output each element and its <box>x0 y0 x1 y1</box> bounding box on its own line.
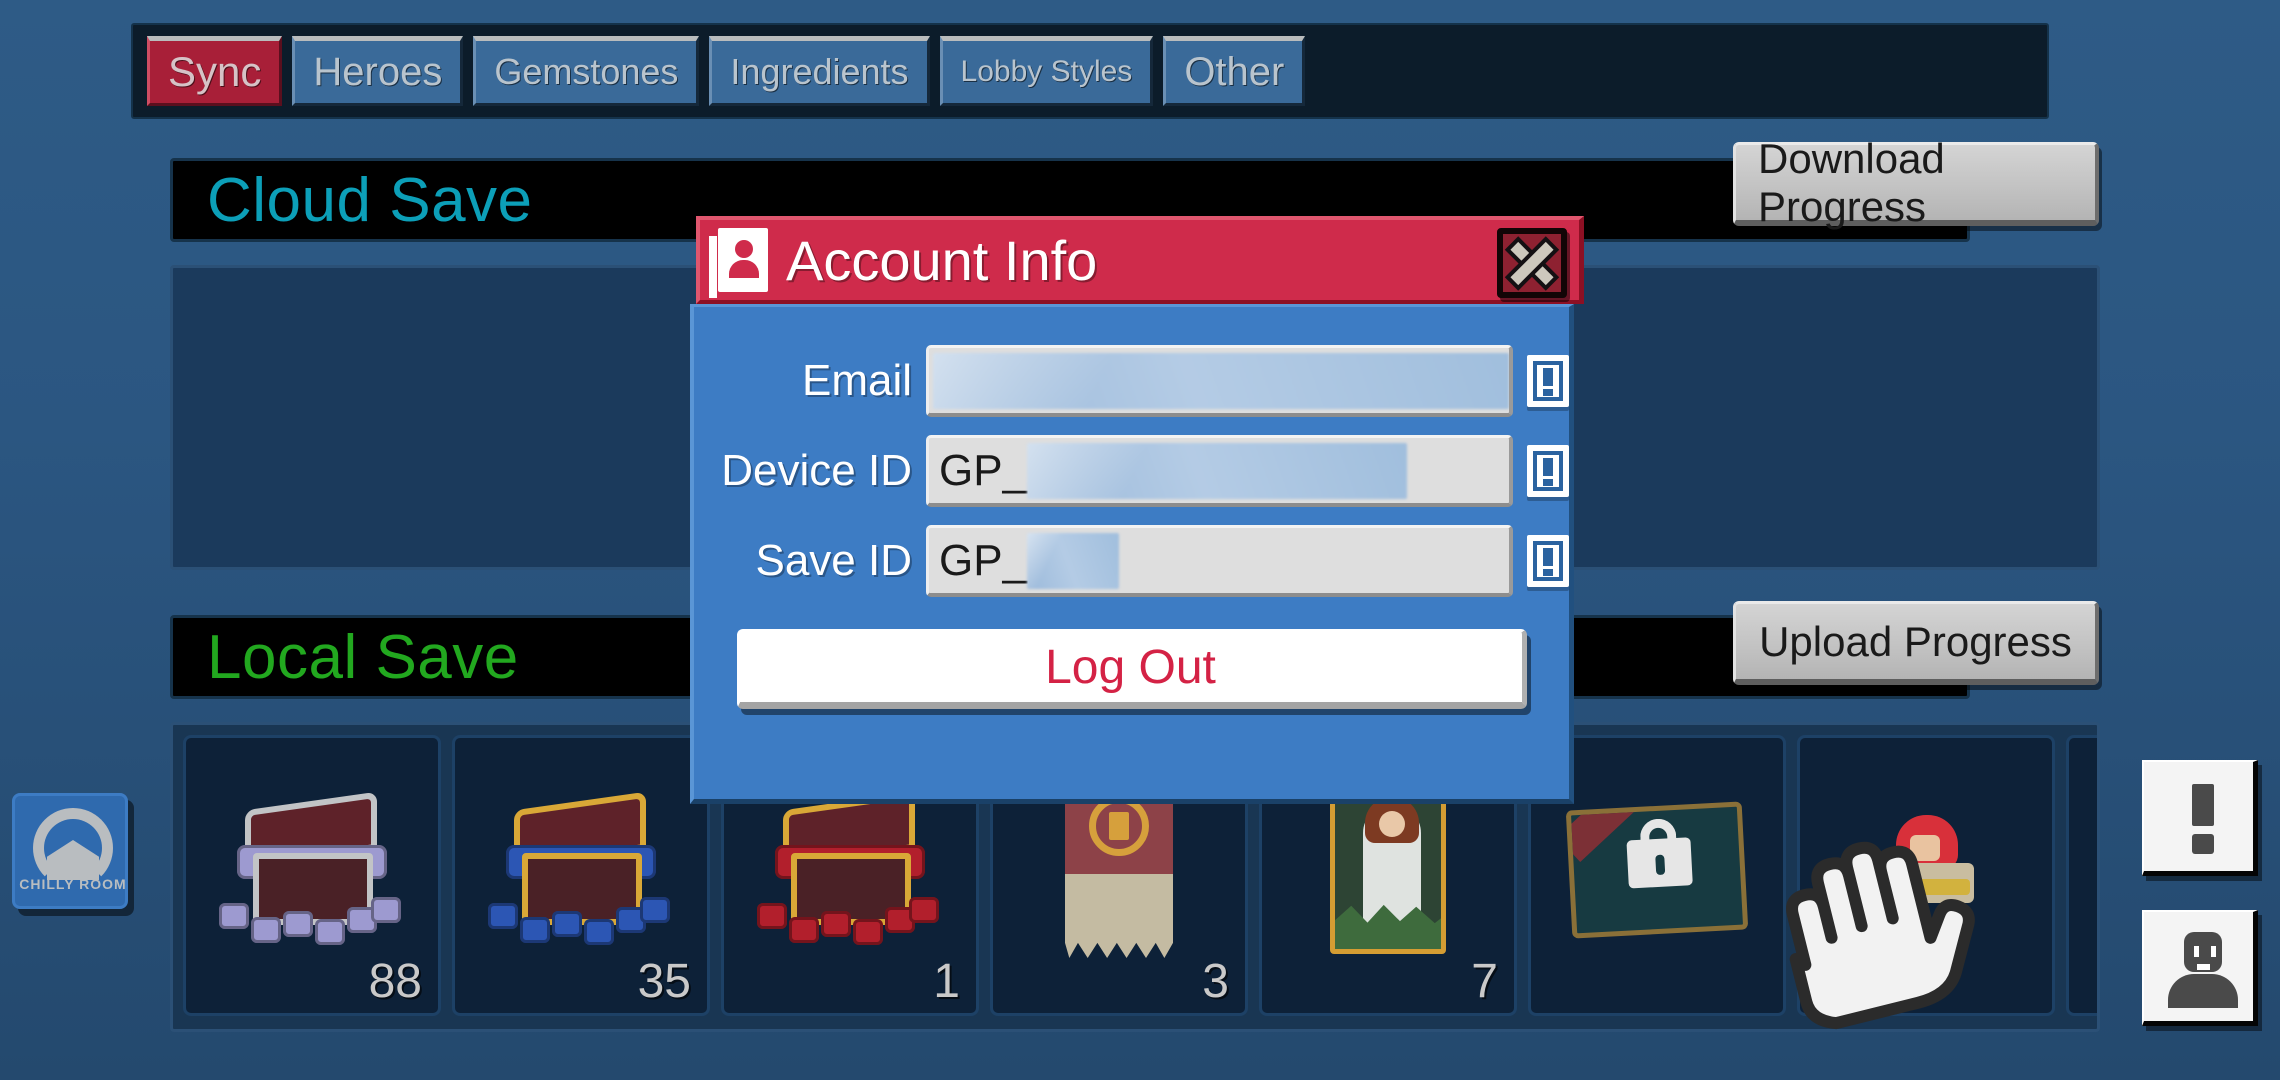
chilly-room-logo-text: CHILLY ROOM <box>19 876 127 892</box>
item-count: 35 <box>637 955 691 1008</box>
email-info-copy-icon[interactable] <box>1527 355 1569 407</box>
device-id-redaction <box>1027 442 1408 499</box>
local-save-title: Local Save <box>207 622 519 692</box>
item-slot[interactable] <box>2066 735 2097 1016</box>
tab-ingredients[interactable]: Ingredients <box>709 36 930 106</box>
download-progress-button[interactable]: Download Progress <box>1733 135 2099 230</box>
log-out-label: Log Out <box>1045 640 1216 694</box>
tab-ingredients-label: Ingredients <box>730 51 909 92</box>
save-id-input[interactable]: GP_ <box>926 525 1513 597</box>
item-slot[interactable]: 88 <box>183 735 441 1016</box>
device-id-value: GP_ <box>939 445 1028 495</box>
hero-character-icon <box>1866 815 1986 925</box>
tab-sync-label: Sync <box>168 48 262 95</box>
tab-gemstones[interactable]: Gemstones <box>473 36 700 106</box>
person-eye-right <box>2211 946 2216 957</box>
tab-heroes[interactable]: Heroes <box>292 36 464 106</box>
tab-bar: Sync Heroes Gemstones Ingredients Lobby … <box>131 23 2049 119</box>
account-info-dialog: Account Info Email Device ID GP_ Save ID… <box>690 216 1590 816</box>
save-id-redaction <box>1027 532 1120 589</box>
tab-other[interactable]: Other <box>1163 36 1306 106</box>
save-id-label: Save ID <box>755 536 912 585</box>
blue-gem-chest-icon <box>486 791 676 945</box>
tab-sync[interactable]: Sync <box>147 36 283 106</box>
device-id-info-copy-icon[interactable] <box>1527 445 1569 497</box>
email-label: Email <box>801 356 912 405</box>
person-body <box>2168 974 2238 1008</box>
person-mouth <box>2197 964 2210 970</box>
device-id-field-row: Device ID GP_ <box>694 435 1569 507</box>
dialog-title: Account Info <box>786 228 1098 292</box>
download-progress-label: Download Progress <box>1758 134 1945 230</box>
chilly-room-logo: CHILLY ROOM <box>12 793 128 909</box>
item-slot[interactable] <box>1797 735 2055 1016</box>
device-id-input[interactable]: GP_ <box>926 435 1513 507</box>
device-id-label: Device ID <box>721 446 912 495</box>
item-count: 1 <box>933 955 960 1008</box>
upload-progress-button[interactable]: Upload Progress <box>1733 601 2099 685</box>
silver-gem-chest-icon <box>217 791 407 945</box>
dialog-title-bar: Account Info <box>696 216 1584 304</box>
locked-card-icon <box>1565 801 1749 939</box>
email-field-row: Email <box>694 345 1569 417</box>
info-button[interactable] <box>2142 760 2258 876</box>
log-out-button[interactable]: Log Out <box>736 629 1527 709</box>
contact-card-icon <box>709 228 768 292</box>
tab-lobby-styles[interactable]: Lobby Styles <box>939 36 1154 106</box>
dialog-body: Email Device ID GP_ Save ID GP_ Log Out <box>690 304 1574 804</box>
upload-progress-label: Upload Progress <box>1759 617 2072 665</box>
tab-gemstones-label: Gemstones <box>494 51 679 92</box>
tab-heroes-label: Heroes <box>313 49 443 94</box>
item-count: 88 <box>368 955 422 1008</box>
tab-other-label: Other <box>1184 49 1285 94</box>
item-count: 7 <box>1471 955 1498 1008</box>
item-slot[interactable]: 35 <box>452 735 710 1016</box>
exclamation-icon <box>2192 784 2214 826</box>
save-id-info-copy-icon[interactable] <box>1527 535 1569 587</box>
cloud-save-title: Cloud Save <box>207 165 533 235</box>
account-button[interactable] <box>2142 910 2258 1026</box>
save-id-value: GP_ <box>939 535 1028 585</box>
tab-lobby-styles-label: Lobby Styles <box>960 55 1133 88</box>
item-count: 3 <box>1202 955 1229 1008</box>
save-id-field-row: Save ID GP_ <box>694 525 1569 597</box>
person-eye-left <box>2194 946 2199 957</box>
exclamation-dot <box>2192 834 2214 854</box>
email-redaction <box>933 352 1509 409</box>
close-x-icon[interactable] <box>1497 228 1567 298</box>
red-gem-chest-icon <box>755 791 945 945</box>
email-input[interactable] <box>926 345 1513 417</box>
